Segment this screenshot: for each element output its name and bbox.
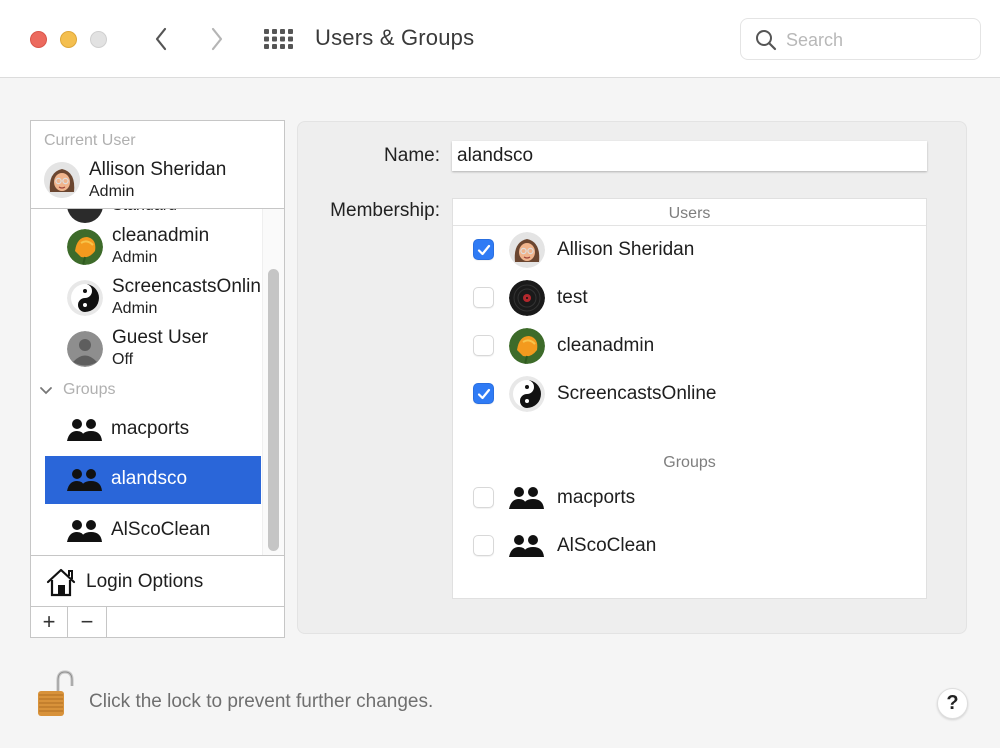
memoji-avatar (44, 162, 80, 198)
member-name: AlScoClean (557, 535, 657, 556)
current-user-label: Current User (44, 132, 136, 149)
member-row[interactable]: Allison Sheridan (453, 228, 926, 272)
sidebar-scrollbar[interactable] (262, 209, 284, 555)
add-user-button[interactable]: + (31, 607, 68, 637)
users-header: Users (453, 199, 926, 226)
yin-yang-avatar (67, 280, 103, 316)
member-checkbox[interactable] (473, 239, 494, 260)
user-role: Admin (112, 249, 158, 266)
help-button[interactable]: ? (937, 688, 968, 719)
name-label: Name: (384, 145, 440, 166)
back-button[interactable] (146, 22, 176, 56)
groups-label: Groups (63, 381, 116, 398)
remove-user-button[interactable]: − (68, 607, 107, 637)
user-name: Allison Sheridan (89, 159, 227, 180)
vinyl-record-avatar (509, 280, 545, 316)
scrollbar-thumb[interactable] (268, 269, 279, 551)
memoji-avatar (509, 232, 545, 268)
login-options-button[interactable]: Login Options (31, 555, 284, 607)
group-detail-panel: Name: Membership: Users Allison Sheridan… (297, 121, 967, 634)
group-icon (67, 469, 102, 491)
house-icon (46, 568, 76, 597)
users-list[interactable]: Standard cleanadmin Admin ScreencastsOnl… (31, 209, 284, 555)
member-name: macports (557, 487, 636, 508)
member-row[interactable]: cleanadmin (453, 324, 926, 368)
membership-list: Users Allison Sheridan test cleanadmin S… (452, 198, 927, 599)
chevron-down-icon (40, 387, 52, 395)
chevron-left-icon (155, 27, 167, 51)
member-checkbox[interactable] (473, 383, 494, 404)
title-bar: Users & Groups (0, 0, 1000, 78)
window-title: Users & Groups (315, 25, 475, 50)
group-icon (509, 487, 544, 509)
member-name: Allison Sheridan (557, 239, 695, 260)
group-name: AlScoClean (111, 519, 211, 540)
group-row-selected[interactable]: alandsco (45, 456, 261, 504)
group-row[interactable]: AlScoClean (45, 507, 261, 555)
member-row[interactable]: test (453, 276, 926, 320)
user-row[interactable]: cleanadmin Admin (31, 223, 261, 273)
sidebar-bottom-bar: + − (31, 607, 284, 637)
lock-button[interactable] (36, 670, 76, 718)
user-role: Standard (112, 209, 177, 215)
group-name: macports (111, 418, 190, 439)
member-checkbox[interactable] (473, 487, 494, 508)
member-group-row[interactable]: AlScoClean (453, 524, 926, 568)
group-icon (67, 419, 102, 441)
unlocked-padlock-icon (38, 670, 74, 716)
lock-status-text: Click the lock to prevent further change… (89, 691, 434, 712)
member-name: ScreencastsOnline (557, 383, 717, 404)
poppy-flower-avatar (509, 328, 545, 364)
user-name: Guest User (112, 327, 209, 348)
search-icon (756, 30, 777, 51)
user-role: Admin (112, 300, 158, 317)
membership-label: Membership: (330, 200, 440, 221)
member-checkbox[interactable] (473, 287, 494, 308)
group-name-field[interactable] (452, 141, 927, 171)
user-role: Off (112, 351, 134, 368)
groups-header: Groups (663, 454, 716, 471)
checkmark-icon (477, 244, 491, 256)
member-row[interactable]: ScreencastsOnline (453, 372, 926, 416)
poppy-flower-avatar (67, 229, 103, 265)
user-row-current[interactable]: Allison Sheridan Admin (31, 157, 284, 207)
search-input[interactable] (786, 27, 966, 53)
member-group-row[interactable]: macports (453, 476, 926, 520)
current-user-section: Current User Allison Sheridan Admin (31, 121, 284, 209)
user-role: Admin (89, 183, 135, 200)
minimize-window-button[interactable] (60, 31, 77, 48)
guest-user-avatar (67, 331, 103, 367)
chevron-right-icon (211, 27, 223, 51)
user-name: ScreencastsOnline (112, 276, 261, 297)
group-icon (67, 520, 102, 542)
close-window-button[interactable] (30, 31, 47, 48)
users-sidebar: Current User Allison Sheridan Admin Stan… (30, 120, 285, 638)
search-field[interactable] (740, 18, 981, 60)
group-icon (509, 535, 544, 557)
member-checkbox[interactable] (473, 535, 494, 556)
forward-button[interactable] (202, 22, 232, 56)
user-row-guest[interactable]: Guest User Off (31, 325, 261, 375)
grid-icon (264, 29, 293, 49)
login-options-label: Login Options (86, 571, 204, 592)
yin-yang-avatar (509, 376, 545, 412)
member-name: test (557, 287, 588, 308)
user-row[interactable]: ScreencastsOnline Admin (31, 274, 261, 324)
member-checkbox[interactable] (473, 335, 494, 356)
user-name: cleanadmin (112, 225, 210, 246)
vinyl-record-avatar (67, 209, 103, 223)
group-name: alandsco (111, 468, 188, 489)
show-all-button[interactable] (262, 27, 294, 51)
member-name: cleanadmin (557, 335, 655, 356)
group-row[interactable]: macports (45, 406, 261, 454)
zoom-window-button[interactable] (90, 31, 107, 48)
checkmark-icon (477, 388, 491, 400)
